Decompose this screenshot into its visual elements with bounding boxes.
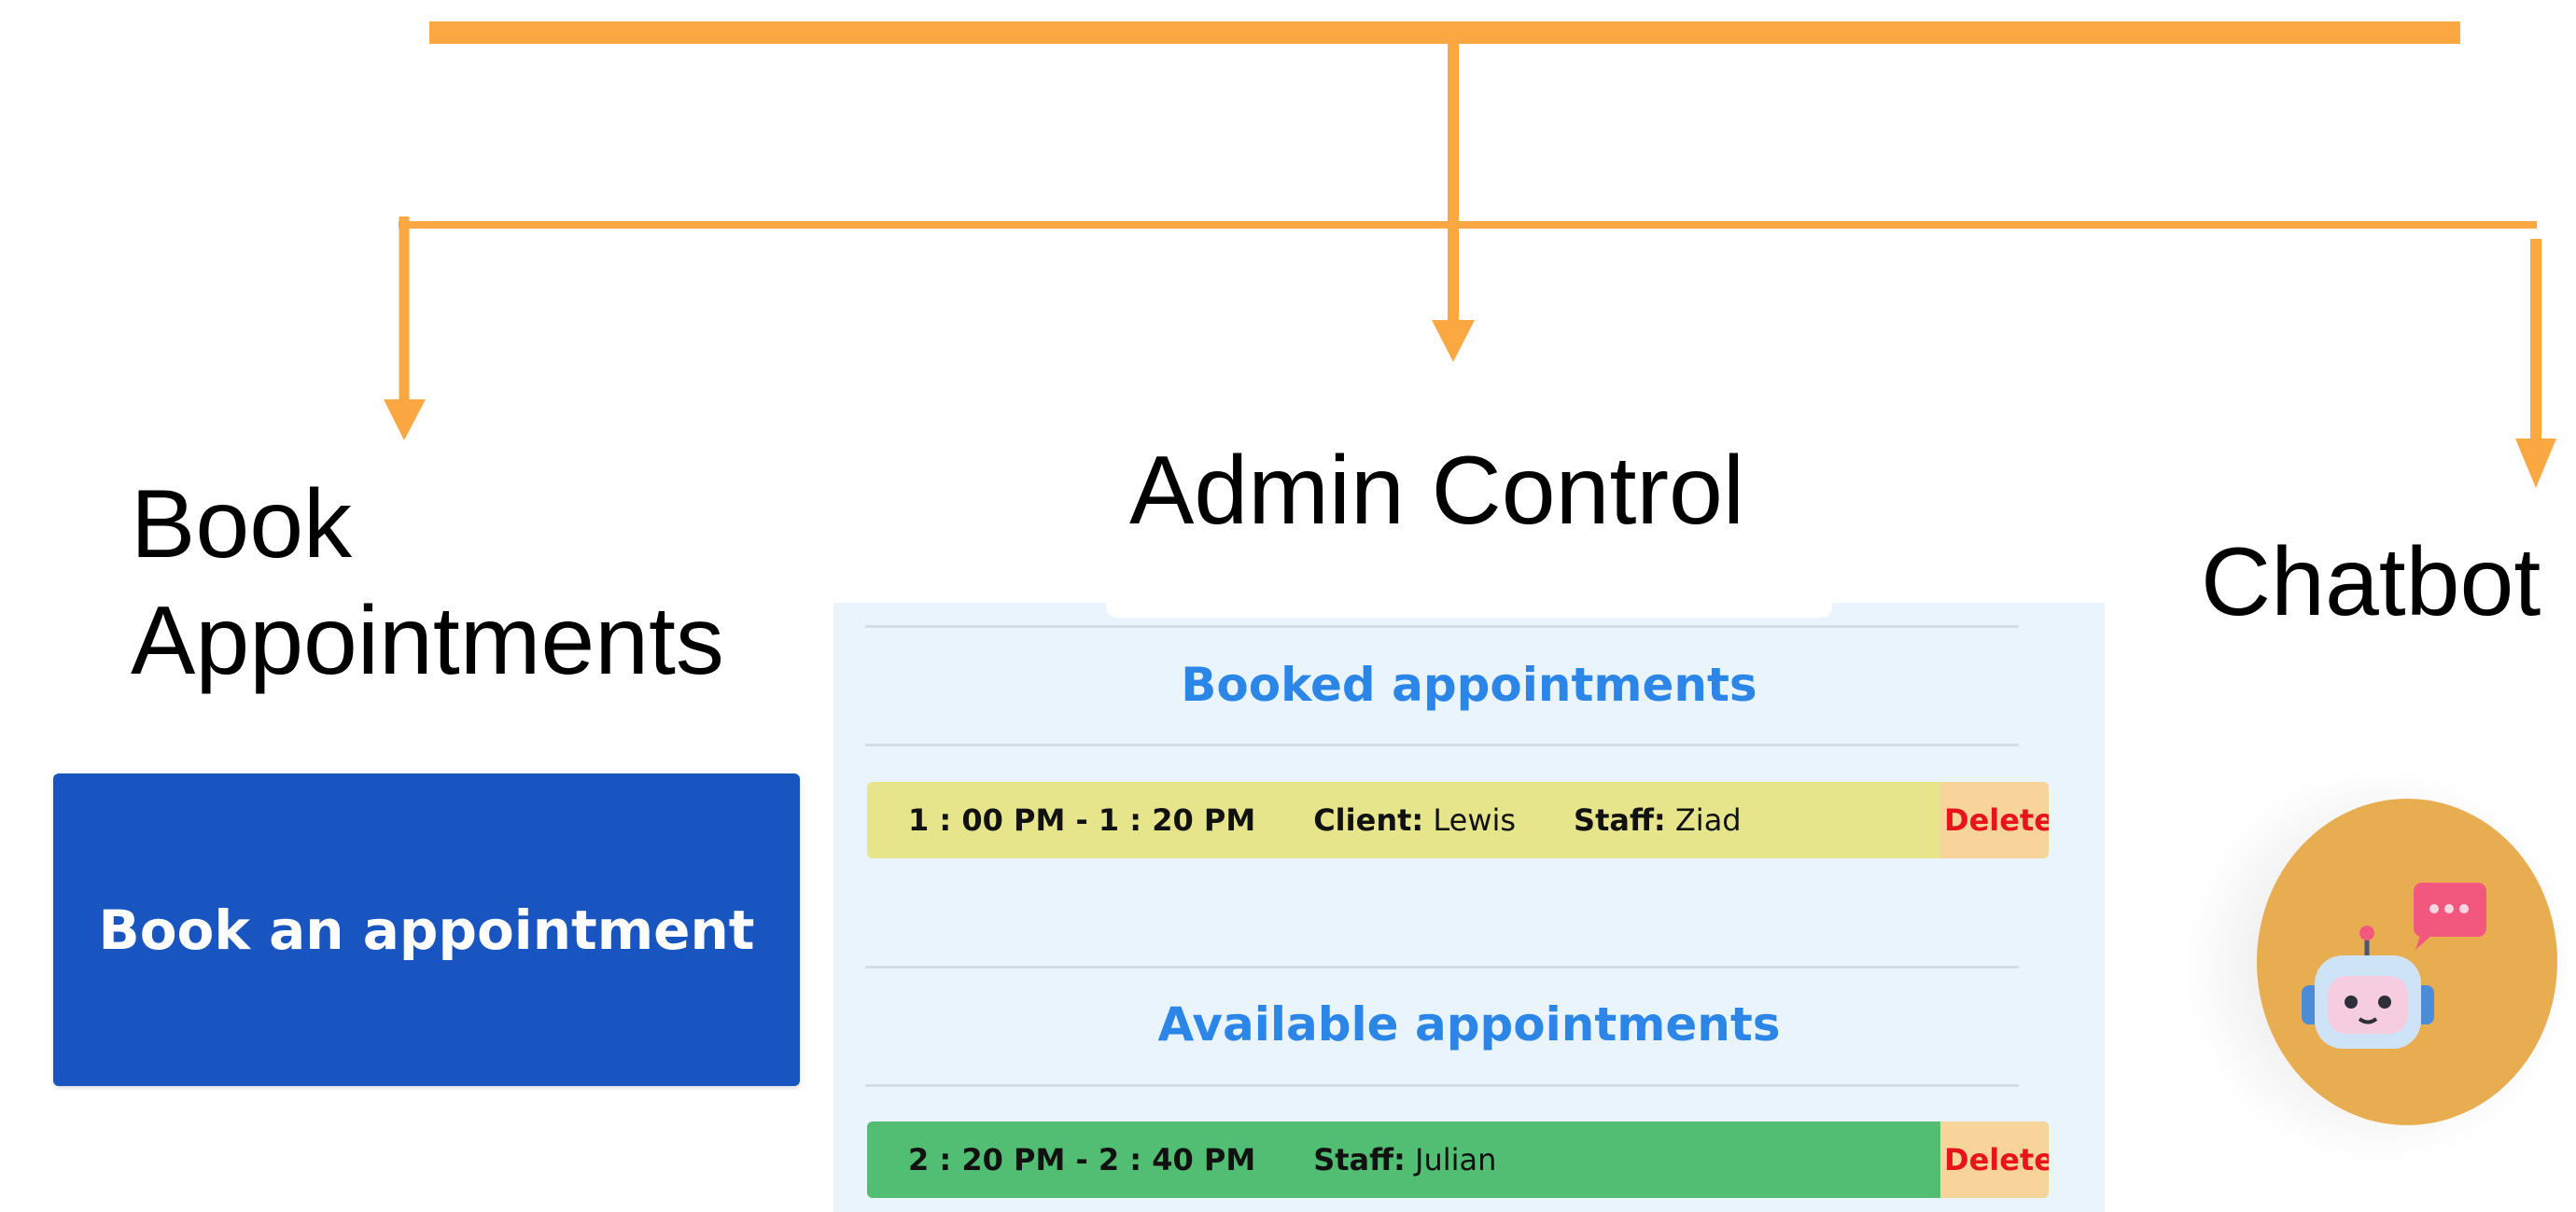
chatbot-button[interactable]	[2257, 799, 2557, 1125]
booked-appointments-title: Booked appointments	[1181, 658, 1757, 712]
staff-name: Ziad	[1674, 802, 1742, 838]
available-appointments-title: Available appointments	[1157, 997, 1781, 1052]
arrow-left	[384, 399, 426, 440]
appointment-time: 1 : 00 PM - 1 : 20 PM	[908, 802, 1256, 838]
arrow-center	[1432, 320, 1475, 362]
client-field: Client: Lewis	[1313, 802, 1516, 838]
staff-label: Staff:	[1574, 802, 1666, 838]
available-appointment-row: 2 : 20 PM - 2 : 40 PM Staff: Julian Dele…	[867, 1121, 2049, 1198]
book-heading-line-2: Appointments	[131, 586, 724, 695]
book-appointments-heading: Book Appointments	[131, 467, 724, 700]
booked-appointment-row: 1 : 00 PM - 1 : 20 PM Client: Lewis Staf…	[867, 782, 2049, 858]
divider	[865, 744, 2019, 746]
staff-field: Staff: Ziad	[1574, 802, 1742, 838]
client-label: Client:	[1313, 802, 1424, 838]
delete-button[interactable]: Delete	[1940, 1121, 2049, 1198]
book-heading-line-1: Book	[131, 470, 353, 578]
robot-chat-icon	[2302, 883, 2486, 1049]
divider	[865, 1084, 2019, 1087]
appointment-time: 2 : 20 PM - 2 : 40 PM	[908, 1142, 1256, 1177]
arrow-right	[2515, 439, 2556, 488]
book-appointment-button[interactable]: Book an appointment	[53, 773, 800, 1086]
admin-panel: Booked appointments 1 : 00 PM - 1 : 20 P…	[833, 603, 2105, 1212]
staff-name: Julian	[1415, 1142, 1497, 1177]
chatbot-heading: Chatbot	[2201, 528, 2541, 636]
delete-button[interactable]: Delete	[1940, 782, 2049, 858]
row-details: 2 : 20 PM - 2 : 40 PM Staff: Julian	[867, 1142, 1940, 1177]
row-details: 1 : 00 PM - 1 : 20 PM Client: Lewis Staf…	[867, 802, 1940, 838]
connector-lines	[399, 21, 2541, 440]
divider	[865, 625, 2019, 628]
divider	[865, 966, 2019, 968]
client-name: Lewis	[1433, 802, 1517, 838]
panel-top-tab	[1106, 603, 1832, 618]
admin-control-heading: Admin Control	[1129, 437, 1744, 545]
staff-field: Staff: Julian	[1313, 1142, 1496, 1177]
staff-label: Staff:	[1313, 1142, 1406, 1177]
